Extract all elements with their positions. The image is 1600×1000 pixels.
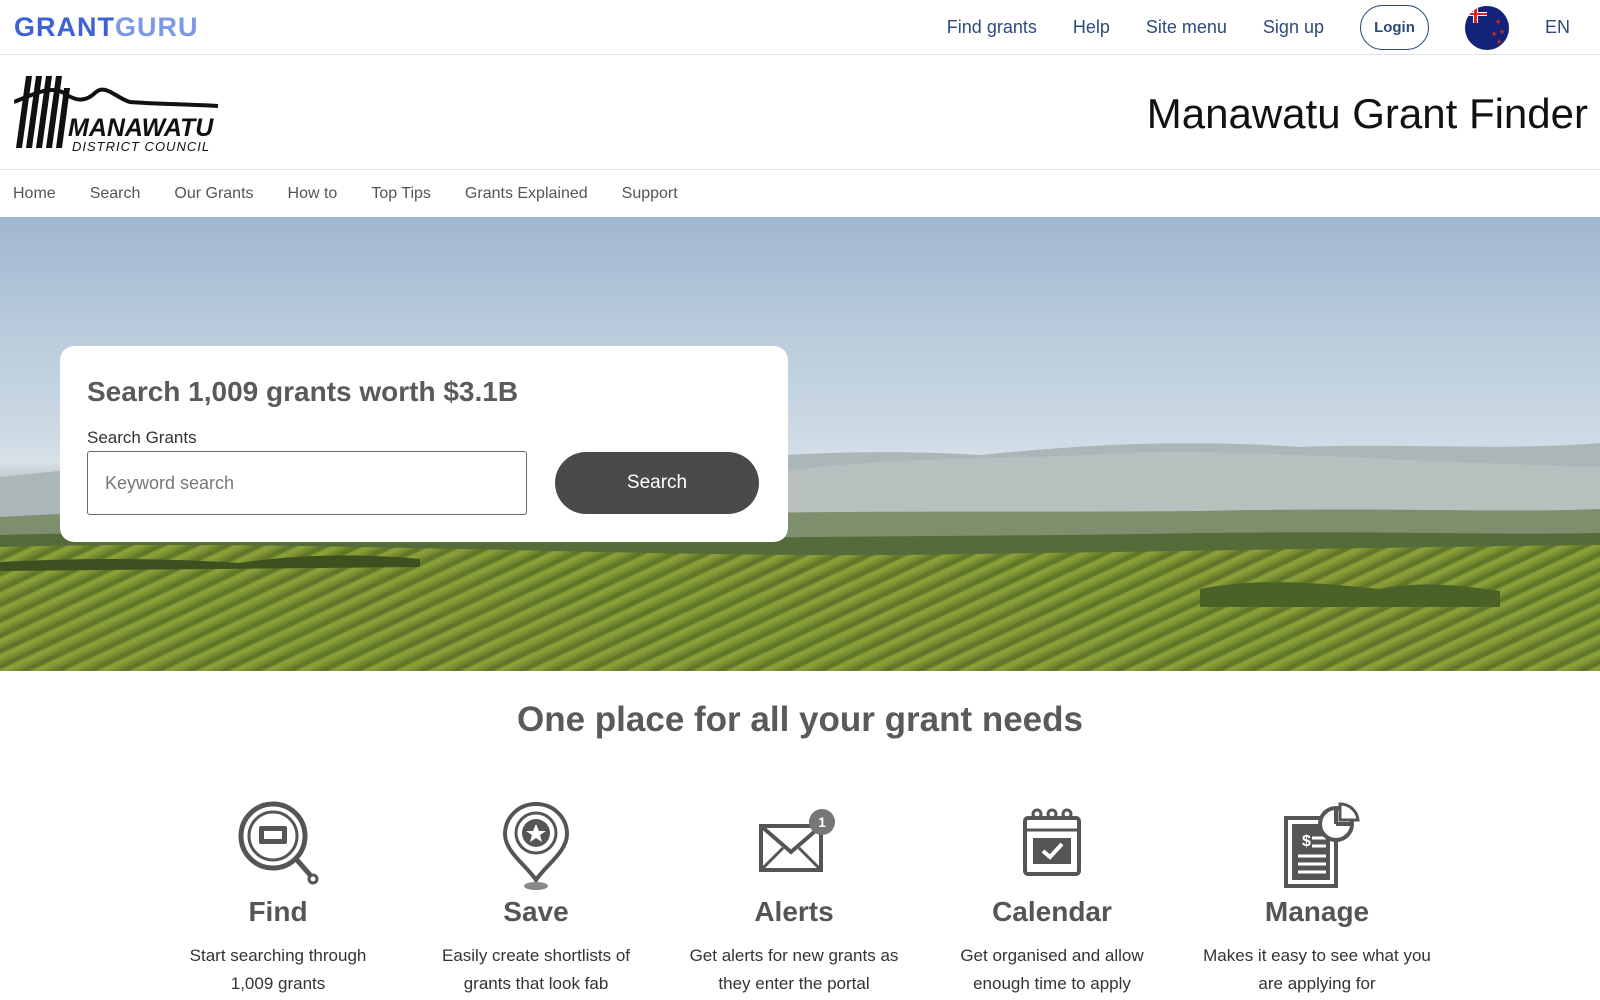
location-pin-star-icon — [502, 801, 570, 890]
sign-up-link[interactable]: Sign up — [1263, 17, 1324, 38]
top-navigation: Find grants Help Site menu Sign up Login… — [947, 0, 1600, 55]
feature-description: Start searching through 1,009 grants — [189, 946, 367, 993]
logo-subtitle: DISTRICT COUNCIL — [72, 139, 211, 154]
nav-support[interactable]: Support — [622, 185, 678, 203]
feature-description: Get organised and allow enough time to ap… — [960, 946, 1144, 993]
help-link[interactable]: Help — [1073, 17, 1110, 38]
nav-search[interactable]: Search — [90, 185, 141, 203]
language-selector[interactable]: EN — [1545, 17, 1570, 38]
main-navigation: Home Search Our Grants How to Top Tips G… — [0, 171, 1600, 217]
nav-grants-explained[interactable]: Grants Explained — [465, 185, 588, 203]
feature-alerts: 1 Alerts Get alerts for new grants as the… — [674, 800, 914, 998]
feature-description: Get alerts for new grants as they enter t… — [689, 946, 899, 993]
search-heading: Search 1,009 grants worth $3.1B — [87, 376, 519, 407]
council-header: MANAWATU DISTRICT COUNCIL Manawatu Grant… — [0, 56, 1600, 170]
top-bar: GRANTGURU Find grants Help Site menu Sig… — [0, 0, 1600, 55]
alert-badge: 1 — [818, 814, 826, 830]
svg-text:$: $ — [1302, 833, 1311, 850]
nz-flag-icon[interactable]: ★ ★ ★ ★ — [1464, 5, 1509, 50]
brand-part-2: GURU — [115, 12, 199, 42]
brand-part-1: GRANT — [14, 12, 115, 42]
nav-how-to[interactable]: How to — [288, 185, 338, 203]
feature-title: Alerts — [754, 896, 834, 927]
nav-home[interactable]: Home — [13, 185, 56, 203]
manawatu-council-logo[interactable]: MANAWATU DISTRICT COUNCIL — [13, 74, 224, 154]
feature-manage: $ Manage Makes it easy to see what you ar… — [1197, 800, 1437, 998]
page-title: Manawatu Grant Finder — [1146, 90, 1588, 137]
feature-title: Save — [503, 896, 569, 927]
search-card: Search 1,009 grants worth $3.1B Search G… — [60, 346, 788, 542]
search-label: Search Grants — [87, 428, 197, 447]
features-heading: One place for all your grant needs — [517, 700, 1083, 739]
envelope-alert-icon: 1 — [759, 809, 835, 872]
nav-top-tips[interactable]: Top Tips — [371, 185, 431, 203]
site-menu-link[interactable]: Site menu — [1146, 17, 1227, 38]
feature-description: Easily create shortlists of grants that l… — [441, 946, 630, 993]
calendar-icon — [1023, 808, 1081, 876]
feature-save: Save Easily create shortlists of grants t… — [416, 800, 656, 998]
feature-description: Makes it easy to see what you are applyin… — [1203, 946, 1431, 993]
magnifier-icon — [238, 801, 319, 885]
search-button[interactable]: Search — [555, 452, 759, 514]
feature-title: Find — [248, 896, 308, 927]
login-button[interactable]: Login — [1359, 5, 1429, 50]
feature-calendar: Calendar Get organised and allow enough t… — [932, 800, 1172, 998]
feature-title: Manage — [1264, 896, 1370, 927]
keyword-search-input[interactable] — [87, 451, 527, 515]
feature-title: Calendar — [992, 896, 1112, 927]
feature-find: Find Start searching through 1,009 grants — [158, 800, 398, 998]
document-chart-icon: $ — [1284, 802, 1360, 888]
find-grants-link[interactable]: Find grants — [947, 17, 1037, 38]
grantguru-logo[interactable]: GRANTGURU — [14, 12, 199, 43]
nav-our-grants[interactable]: Our Grants — [174, 185, 253, 203]
